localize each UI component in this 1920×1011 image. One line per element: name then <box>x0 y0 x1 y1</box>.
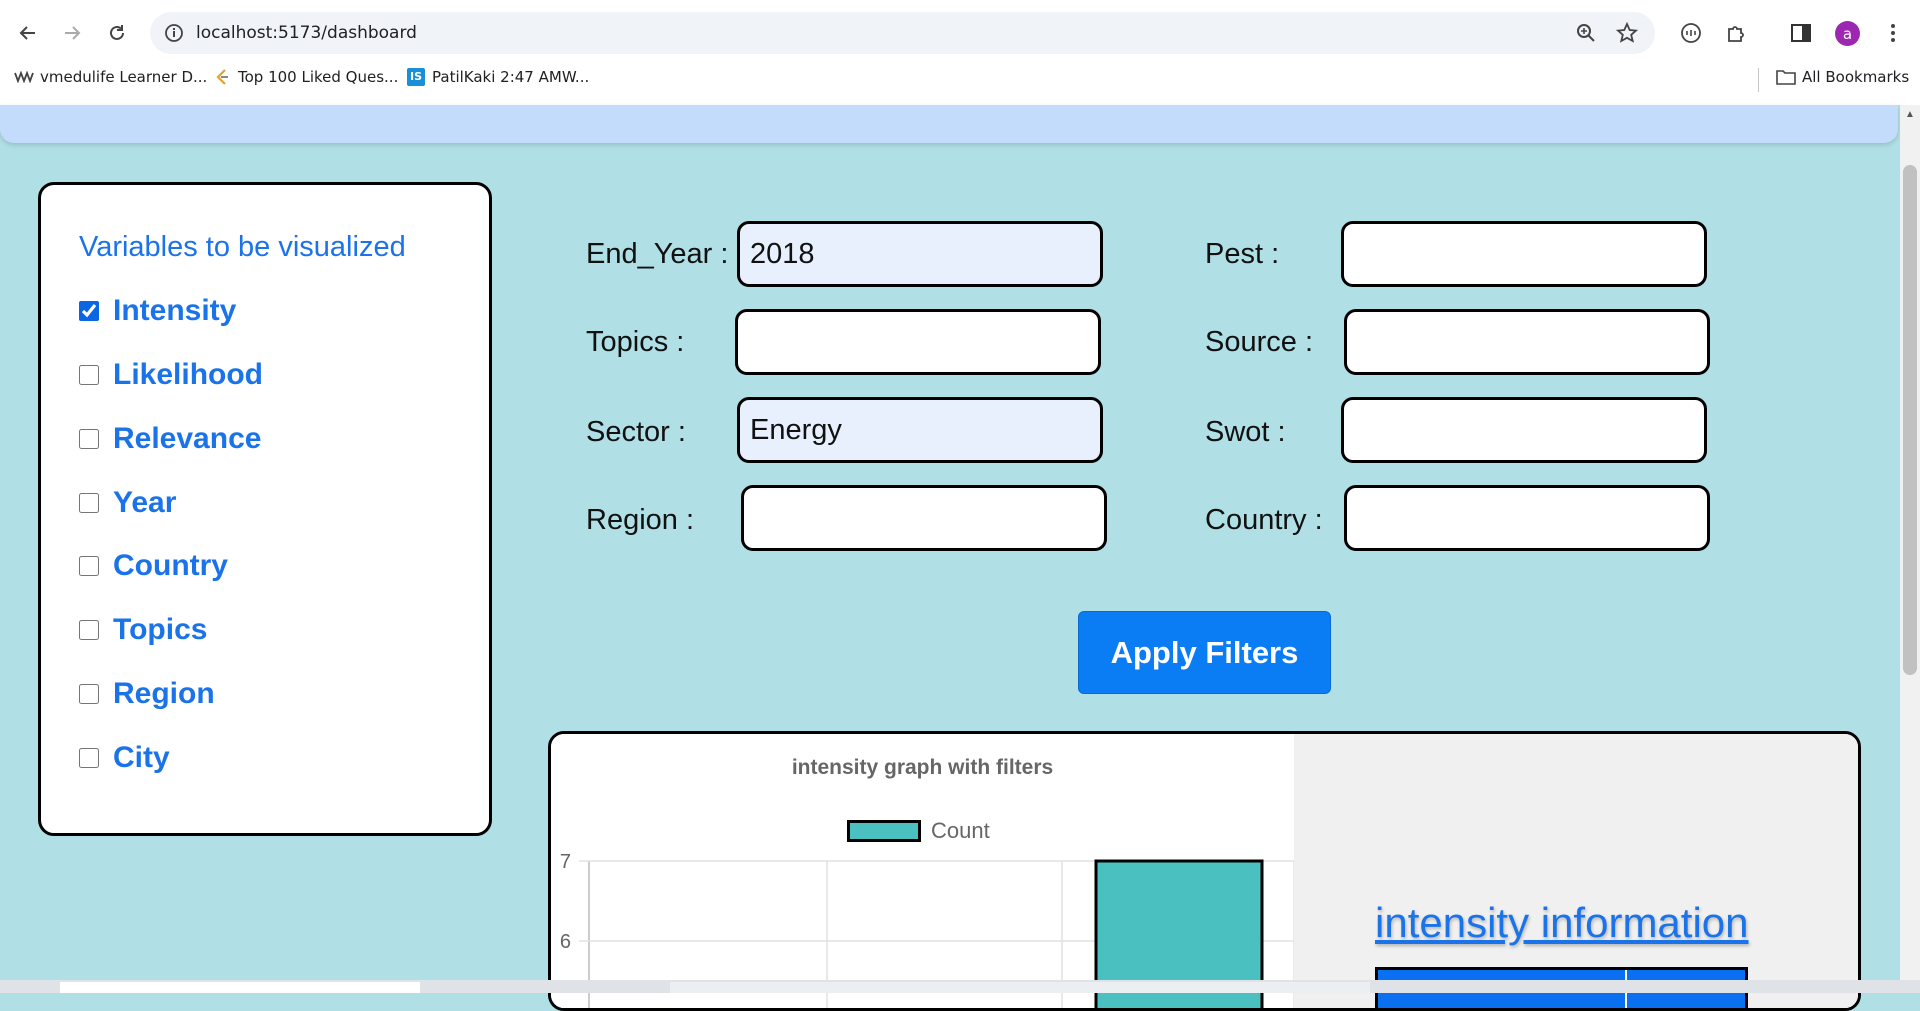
region-checkbox[interactable] <box>79 684 99 704</box>
relevance-checkbox[interactable] <box>79 429 99 449</box>
back-arrow-icon <box>19 26 35 40</box>
region-input[interactable] <box>741 485 1107 551</box>
extension-icon[interactable] <box>1677 19 1705 47</box>
variables-heading: Variables to be visualized <box>79 231 406 263</box>
year-checkbox[interactable] <box>79 493 99 513</box>
variable-topics[interactable]: Topics <box>79 613 207 647</box>
variable-country[interactable]: Country <box>79 549 228 583</box>
topics-label: Topics : <box>586 326 685 358</box>
topics-input[interactable] <box>735 309 1101 375</box>
variable-relevance[interactable]: Relevance <box>79 422 261 456</box>
intensity-bar-chart: 76 <box>560 851 1294 1008</box>
region-label: Region : <box>586 504 695 536</box>
sector-label: Sector : <box>586 416 686 448</box>
y-tick-label: 6 <box>560 931 571 953</box>
menu-kebab-icon[interactable] <box>1879 19 1907 47</box>
forward-arrow-icon <box>65 26 81 40</box>
source-input[interactable] <box>1344 309 1710 375</box>
site-info-icon[interactable] <box>162 21 186 45</box>
zoom-icon[interactable] <box>1574 21 1598 45</box>
variable-likelihood[interactable]: Likelihood <box>79 358 263 392</box>
variable-year[interactable]: Year <box>79 486 176 520</box>
chart-area: intensity graph with filters Count 76 <box>551 734 1294 1008</box>
end-year-input[interactable] <box>737 221 1103 287</box>
bottom-strip-segment <box>60 982 420 993</box>
address-bar[interactable]: localhost:5173/dashboard <box>150 12 1655 54</box>
bookmark-star-icon[interactable] <box>1615 21 1639 45</box>
back-button[interactable] <box>12 17 44 49</box>
bookmark-leetcode[interactable]: Top 100 Liked Ques... <box>212 68 398 86</box>
bottom-strip <box>0 980 1920 993</box>
variable-city[interactable]: City <box>79 741 170 775</box>
profile-avatar[interactable]: a <box>1835 21 1860 46</box>
likelihood-checkbox[interactable] <box>79 365 99 385</box>
browser-chrome: localhost:5173/dashboard a vmedulife Lea… <box>0 0 1920 105</box>
bookmark-vmedulife[interactable]: vmedulife Learner D... <box>14 68 207 86</box>
top-navbar <box>0 105 1898 143</box>
vmedulife-icon <box>14 69 34 85</box>
country-input[interactable] <box>1344 485 1710 551</box>
variable-intensity[interactable]: Intensity <box>79 294 236 328</box>
side-panel-icon[interactable] <box>1787 19 1815 47</box>
bookmark-patilkaki[interactable]: IS PatilKaki 2:47 AMW... <box>406 68 589 86</box>
scroll-up-arrow[interactable]: ▲ <box>1903 109 1917 121</box>
variables-panel: Variables to be visualized Intensity Lik… <box>38 182 492 836</box>
all-bookmarks[interactable]: All Bookmarks <box>1776 68 1909 86</box>
swot-label: Swot : <box>1205 416 1286 448</box>
sector-input[interactable] <box>737 397 1103 463</box>
intensity-checkbox[interactable] <box>79 301 99 321</box>
reload-button[interactable] <box>101 17 133 49</box>
country-label: Country : <box>1205 504 1323 536</box>
folder-icon <box>1776 69 1796 85</box>
bookmark-divider <box>1758 68 1759 92</box>
country-checkbox[interactable] <box>79 556 99 576</box>
scrollbar-thumb[interactable] <box>1903 165 1917 675</box>
leetcode-icon <box>212 69 232 85</box>
y-tick-label: 7 <box>560 851 571 873</box>
apply-filters-button[interactable]: Apply Filters <box>1078 611 1331 694</box>
forward-button[interactable] <box>56 17 88 49</box>
swot-input[interactable] <box>1341 397 1707 463</box>
puzzle-extensions-icon[interactable] <box>1722 19 1750 47</box>
pest-label: Pest : <box>1205 238 1280 270</box>
is-icon: IS <box>406 68 426 86</box>
city-checkbox[interactable] <box>79 748 99 768</box>
info-area: intensity information <box>1294 734 1858 1008</box>
reload-icon <box>110 25 124 40</box>
end-year-label: End_Year : <box>586 238 729 270</box>
pest-input[interactable] <box>1341 221 1707 287</box>
source-label: Source : <box>1205 326 1313 358</box>
chart-card: intensity graph with filters Count 76 in… <box>548 731 1861 1011</box>
topics-checkbox[interactable] <box>79 620 99 640</box>
url-text: localhost:5173/dashboard <box>196 23 417 43</box>
intensity-information-link[interactable]: intensity information <box>1375 899 1749 947</box>
bottom-strip-segment <box>670 982 1370 993</box>
variable-region[interactable]: Region <box>79 677 215 711</box>
